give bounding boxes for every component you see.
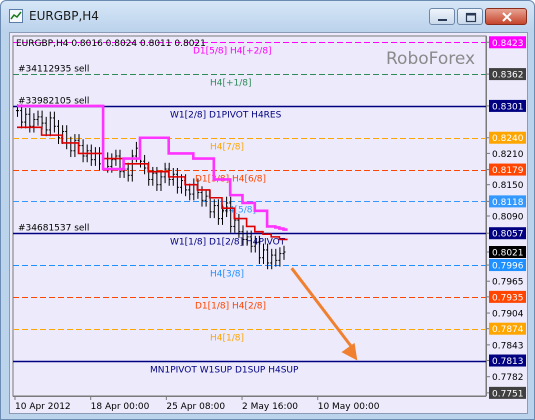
time-tick-label: 10 Apr 2012: [15, 402, 71, 412]
price-tag: 0.7996: [492, 262, 524, 272]
title-bar[interactable]: EURGBP,H4: [1, 1, 534, 31]
price-tag: 0.8240: [492, 134, 524, 144]
level-label: W1[1/8] D1[2/8] H4PIVOT: [170, 238, 286, 248]
level-label: H4[7/8]: [210, 143, 244, 153]
level-label: H4[1/8]: [210, 334, 244, 344]
price-tag: 0.8118: [492, 198, 524, 208]
price-tick-label: 0.7965: [492, 278, 524, 288]
price-tag: 0.8179: [492, 166, 524, 176]
forecast-arrow: [290, 267, 353, 348]
close-button[interactable]: [485, 8, 527, 25]
order-ticket-label: #34681537 sell: [18, 224, 89, 234]
price-tag: 0.8362: [492, 71, 524, 81]
window-title: EURGBP,H4: [29, 9, 99, 23]
maximize-icon: [465, 12, 477, 23]
price-chart[interactable]: D1[5/8] H4[+2/8]H4[+1/8]#34112935 sellW1…: [10, 33, 527, 413]
plot-frame: [12, 35, 487, 397]
order-ticket-label: #34112935 sell: [18, 65, 89, 75]
price-tick-label: 0.8150: [492, 181, 524, 191]
minimize-icon: [438, 19, 447, 21]
time-tick-label: 10 May 00:00: [318, 402, 380, 412]
watermark: RoboForex: [386, 49, 475, 69]
price-tag: 0.7935: [492, 293, 524, 303]
price-tick-label: 0.7843: [492, 341, 524, 351]
level-label: H4[3/8]: [210, 270, 244, 280]
price-tag: 0.7751: [492, 389, 524, 399]
price-tag: 0.8301: [492, 102, 524, 112]
time-tick-label: 25 Apr 08:00: [166, 402, 225, 412]
price-tag: 0.7813: [492, 357, 524, 367]
level-label: W1[2/8] D1PIVOT H4RES: [170, 111, 282, 121]
minimize-button[interactable]: [429, 8, 455, 25]
chart-area[interactable]: D1[5/8] H4[+2/8] H4[+1/8] #34112935 sell W1…: [9, 32, 528, 414]
time-tick-label: 2 May 16:00: [242, 402, 298, 412]
time-tick-label: 18 Apr 00:00: [91, 402, 150, 412]
maximize-button[interactable]: [457, 8, 483, 25]
price-tag: 0.8021: [492, 249, 524, 259]
level-label: D1[1/8] H4[2/8]: [195, 302, 266, 312]
symbol-info: EURGBP,H4 0.8016 0.8024 0.8011 0.8021: [16, 39, 206, 49]
chart-app-icon: [9, 9, 23, 23]
price-tag: 0.8423: [492, 39, 524, 49]
price-tag: 0.8057: [492, 230, 524, 240]
price-tick-label: 0.8210: [492, 150, 524, 160]
chart-window: EURGBP,H4 D1[5/8] H4[+2/8] H4[+1/8] #34112…: [0, 0, 535, 420]
price-tag: 0.7874: [492, 325, 524, 335]
price-tick-label: 0.7782: [492, 373, 524, 383]
price-tick-label: 0.7904: [492, 310, 524, 320]
level-label: H4[+1/8]: [210, 79, 252, 89]
close-icon: [502, 12, 512, 22]
price-tick-label: 0.8090: [492, 213, 524, 223]
level-label: MN1PIVOT W1SUP D1SUP H4SUP: [150, 366, 299, 376]
